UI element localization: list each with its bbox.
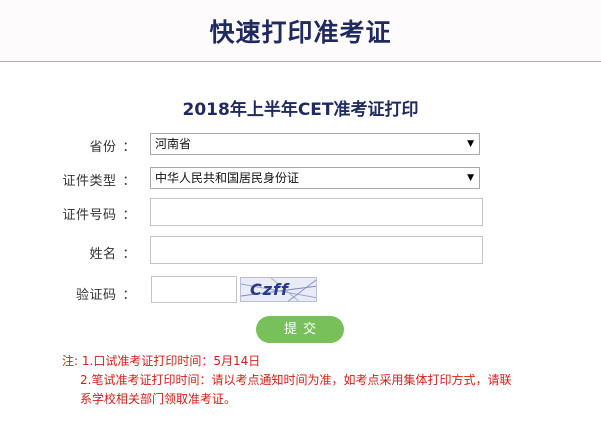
note-text-1: 1.口试准考证打印时间：5月14日 (81, 354, 261, 368)
captcha-input[interactable] (151, 276, 237, 303)
page-title: 快速打印准考证 (209, 18, 392, 47)
note-line-2: 2.笔试准考证打印时间：请以考点通知时间为准，如考点采用集体打印方式，请联 (80, 373, 512, 387)
province-select-value: 河南省 (155, 137, 192, 151)
id-type-select-value: 中华人民共和国居民身份证 (155, 171, 300, 185)
id-number-input[interactable] (150, 198, 483, 226)
province-select[interactable]: 河南省 ▼ (150, 133, 480, 155)
chevron-down-icon: ▼ (467, 173, 474, 183)
submit-button[interactable]: 提交 (256, 316, 344, 343)
header-bar: 快速打印准考证 (0, 0, 601, 62)
note-line-3: 系学校相关部门领取准考证。 (80, 392, 237, 406)
form-title: 2018年上半年CET准考证打印 (182, 100, 419, 120)
name-input[interactable] (150, 236, 483, 264)
name-label: 姓名： (89, 247, 136, 262)
chevron-down-icon: ▼ (467, 139, 474, 149)
page: 快速打印准考证 2018年上半年CET准考证打印 省份： 河南省 ▼ 证件类型：… (0, 0, 601, 429)
captcha-label: 验证码： (75, 288, 136, 303)
captcha-text: Czff (250, 280, 289, 299)
province-label: 省份： (89, 140, 136, 155)
captcha-image[interactable]: Czff (240, 277, 317, 302)
note-line-1: 注: 1.口试准考证打印时间：5月14日 (62, 352, 260, 371)
id-type-select[interactable]: 中华人民共和国居民身份证 ▼ (150, 167, 480, 189)
id-type-label: 证件类型： (62, 174, 136, 189)
note-prefix: 注: (62, 354, 79, 368)
id-number-label: 证件号码： (62, 208, 136, 223)
